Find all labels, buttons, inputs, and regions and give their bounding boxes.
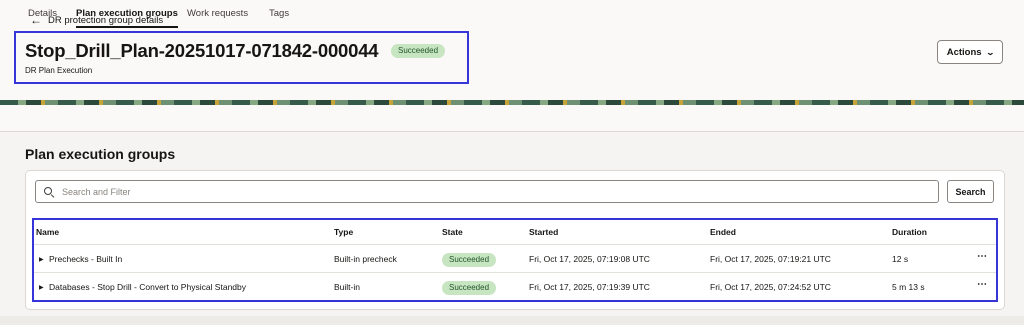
row-divider (34, 244, 996, 245)
column-header-ended[interactable]: Ended (710, 227, 736, 237)
actions-button[interactable]: Actions ⌄ (937, 40, 1003, 64)
tab-work-requests[interactable]: Work requests (187, 8, 248, 19)
search-icon (44, 186, 54, 197)
expand-caret-icon[interactable]: ▶ (39, 284, 44, 291)
row-duration: 5 m 13 s (892, 282, 925, 292)
page-footer-strip (0, 316, 1024, 325)
section-title: Plan execution groups (25, 146, 176, 162)
row-started: Fri, Oct 17, 2025, 07:19:39 UTC (529, 282, 650, 292)
state-badge: Succeeded (442, 281, 497, 295)
page-subtitle: DR Plan Execution (25, 66, 93, 75)
row-duration: 12 s (892, 254, 909, 264)
column-header-state[interactable]: State (442, 227, 463, 237)
actions-button-label: Actions (946, 46, 982, 58)
row-ended: Fri, Oct 17, 2025, 07:24:52 UTC (710, 282, 831, 292)
tab-tags[interactable]: Tags (269, 8, 289, 19)
row-divider (34, 272, 996, 273)
search-button[interactable]: Search (947, 180, 994, 203)
tab-details[interactable]: Details (28, 8, 57, 19)
row-type: Built-in (334, 282, 360, 292)
search-field[interactable] (35, 180, 939, 203)
column-header-duration[interactable]: Duration (892, 227, 927, 237)
tab-plan-execution-groups[interactable]: Plan execution groups (76, 8, 178, 28)
row-ended: Fri, Oct 17, 2025, 07:19:21 UTC (710, 254, 831, 264)
row-actions-menu-icon[interactable]: ⋯ (977, 279, 988, 290)
chevron-down-icon: ⌄ (985, 47, 995, 57)
column-header-type[interactable]: Type (334, 227, 353, 237)
column-header-name[interactable]: Name (36, 227, 59, 237)
row-name: Databases - Stop Drill - Convert to Phys… (49, 282, 247, 292)
column-header-started[interactable]: Started (529, 227, 558, 237)
search-input[interactable] (62, 186, 912, 197)
expand-caret-icon[interactable]: ▶ (39, 256, 44, 263)
tab-bar (0, 105, 1024, 132)
state-badge: Succeeded (442, 253, 497, 267)
status-badge: Succeeded (391, 44, 446, 58)
page-title: Stop_Drill_Plan-20251017-071842-000044 (25, 40, 379, 61)
row-name: Prechecks - Built In (49, 254, 123, 264)
row-started: Fri, Oct 17, 2025, 07:19:08 UTC (529, 254, 650, 264)
row-type: Built-in precheck (334, 254, 397, 264)
row-actions-menu-icon[interactable]: ⋯ (977, 251, 988, 262)
